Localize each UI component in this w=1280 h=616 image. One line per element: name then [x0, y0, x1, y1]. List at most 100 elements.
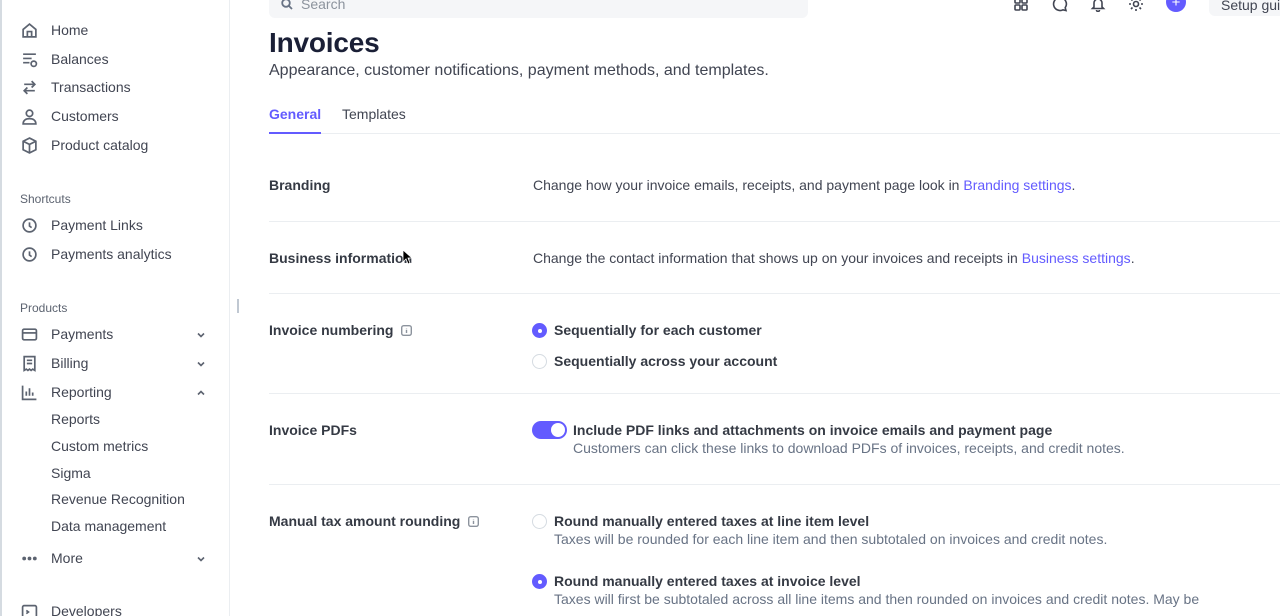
sidebar-item-label: Payments [51, 326, 114, 342]
clock-icon [20, 216, 38, 234]
developers-icon [20, 602, 38, 616]
rounding-line-item-description: Taxes will be rounded for each line item… [554, 531, 1108, 547]
tax-rounding-label: Manual tax amount rounding [269, 513, 480, 529]
business-suffix: . [1130, 250, 1135, 266]
sidebar-subitem-custom-metrics[interactable]: Custom metrics [51, 438, 148, 454]
sidebar-item-label: Reporting [51, 384, 112, 400]
transactions-icon [20, 78, 38, 96]
branding-settings-link[interactable]: Branding settings [963, 177, 1071, 193]
business-information-label-text: Business information [269, 250, 413, 266]
branding-label: Branding [269, 177, 330, 193]
page-subtitle: Appearance, customer notifications, paym… [269, 62, 769, 79]
sidebar-subitem-data-management[interactable]: Data management [51, 518, 166, 534]
sidebar-item-label: Payment Links [51, 217, 143, 233]
sidebar-item-reporting[interactable]: Reporting [20, 380, 215, 404]
sidebar-item-label: Balances [51, 51, 109, 67]
sidebar-subitem-revenue-recognition[interactable]: Revenue Recognition [51, 491, 185, 507]
sidebar-item-label: Developers [51, 603, 122, 616]
sidebar-item-payments[interactable]: Payments [20, 322, 215, 346]
sidebar-item-payments-analytics[interactable]: Payments analytics [20, 242, 215, 266]
clock-icon [20, 245, 38, 263]
divider [269, 293, 1280, 294]
branding-suffix: . [1071, 177, 1076, 193]
numbering-per-customer-label[interactable]: Sequentially for each customer [554, 322, 762, 338]
invoice-pdfs-label: Invoice PDFs [269, 422, 357, 438]
tax-rounding-label-text: Manual tax amount rounding [269, 513, 461, 529]
sidebar-item-payment-links[interactable]: Payment Links [20, 213, 215, 237]
rounding-line-item-label[interactable]: Round manually entered taxes at line ite… [554, 513, 869, 529]
business-information-description: Change the contact information that show… [533, 250, 1135, 266]
business-information-label: Business information [269, 250, 412, 266]
settings-gear-icon[interactable] [1127, 0, 1145, 12]
payments-icon [20, 325, 38, 343]
sidebar-subitem-sigma[interactable]: Sigma [51, 465, 91, 481]
apps-icon[interactable] [1012, 0, 1030, 12]
sidebar-item-customers[interactable]: Customers [20, 104, 215, 128]
sidebar-item-home[interactable]: Home [20, 18, 215, 42]
balances-icon [20, 50, 38, 68]
divider [269, 393, 1280, 394]
invoice-numbering-label-text: Invoice numbering [269, 322, 394, 338]
rounding-invoice-level-label[interactable]: Round manually entered taxes at invoice … [554, 573, 861, 589]
branding-label-text: Branding [269, 177, 331, 193]
settings-tabs: General Templates [269, 106, 1280, 134]
include-pdf-toggle[interactable] [532, 421, 567, 439]
sidebar-item-label: Customers [51, 108, 119, 124]
sidebar-item-label: More [51, 550, 83, 566]
sidebar-item-balances[interactable]: Balances [20, 47, 215, 71]
sidebar-item-label: Payments analytics [51, 246, 172, 262]
numbering-account-radio[interactable] [532, 354, 547, 369]
chevron-down-icon[interactable] [195, 328, 207, 340]
divider [269, 221, 1280, 222]
sidebar-resize-handle[interactable] [237, 299, 239, 313]
numbering-account-label[interactable]: Sequentially across your account [554, 353, 777, 369]
rounding-invoice-level-radio[interactable] [532, 574, 547, 589]
sidebar-item-billing[interactable]: Billing [20, 351, 215, 375]
search-input[interactable]: Search [269, 0, 808, 18]
sidebar-item-label: Billing [51, 355, 89, 371]
info-icon[interactable] [468, 515, 480, 527]
billing-icon [20, 354, 38, 372]
include-pdf-toggle-description: Customers can click these links to downl… [573, 440, 1125, 456]
numbering-per-customer-radio[interactable] [532, 323, 547, 338]
business-settings-link[interactable]: Business settings [1022, 250, 1131, 266]
branding-description-text: Change how your invoice emails, receipts… [533, 177, 964, 193]
search-icon [281, 0, 293, 10]
rounding-invoice-level-description: Taxes will first be subtotaled across al… [554, 591, 1200, 607]
shortcuts-heading: Shortcuts [20, 192, 71, 206]
branding-description: Change how your invoice emails, receipts… [533, 177, 1075, 193]
include-pdf-toggle-label[interactable]: Include PDF links and attachments on inv… [573, 422, 1052, 438]
sidebar-item-developers[interactable]: Developers [20, 599, 215, 616]
home-icon [20, 21, 38, 39]
sidebar-subitem-reports[interactable]: Reports [51, 411, 100, 427]
sidebar-item-label: Transactions [51, 79, 131, 95]
notifications-bell-icon[interactable] [1089, 0, 1107, 12]
info-icon[interactable] [401, 324, 413, 336]
page-title: Invoices [269, 27, 380, 58]
help-chat-icon[interactable] [1051, 0, 1069, 12]
invoice-pdfs-label-text: Invoice PDFs [269, 422, 357, 438]
sidebar-item-product-catalog[interactable]: Product catalog [20, 133, 215, 157]
sidebar-item-transactions[interactable]: Transactions [20, 75, 215, 99]
tab-general[interactable]: General [269, 106, 322, 134]
divider [269, 484, 1280, 485]
products-heading: Products [20, 301, 68, 315]
search-placeholder: Search [301, 0, 346, 12]
business-information-description-text: Change the contact information that show… [533, 250, 1022, 266]
customers-icon [20, 107, 38, 125]
invoice-numbering-label: Invoice numbering [269, 322, 413, 338]
more-icon [20, 549, 38, 567]
setup-guide-button[interactable]: Setup gui [1209, 0, 1280, 16]
chevron-up-icon[interactable] [195, 386, 207, 398]
sidebar-item-more[interactable]: More [20, 546, 215, 570]
chevron-down-icon[interactable] [195, 552, 207, 564]
sidebar-item-label: Home [51, 22, 89, 38]
tab-templates[interactable]: Templates [342, 106, 406, 133]
rounding-line-item-radio[interactable] [532, 514, 547, 529]
sidebar: Home Balances Transactions Customers Pro… [0, 0, 230, 616]
chevron-down-icon[interactable] [195, 357, 207, 369]
product-catalog-icon [20, 136, 38, 154]
sidebar-item-label: Product catalog [51, 137, 149, 153]
mouse-cursor-icon [402, 249, 412, 265]
create-plus-button[interactable]: + [1166, 0, 1186, 12]
